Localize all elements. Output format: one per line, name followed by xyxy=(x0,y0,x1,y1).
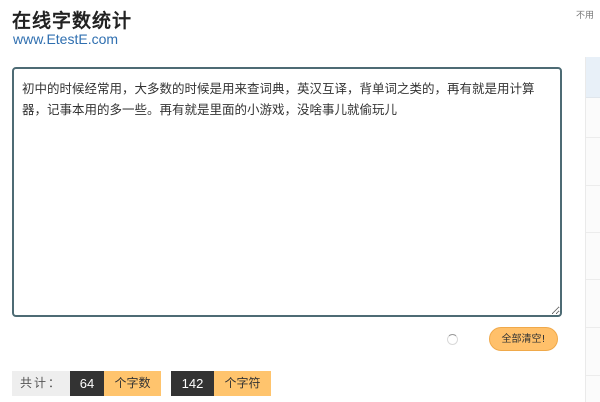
top-right-note: 不用 xyxy=(576,11,595,21)
word-count-value: 64 xyxy=(70,371,104,396)
right-sidebar-header xyxy=(586,57,600,98)
right-sidebar-divider xyxy=(586,232,600,233)
right-sidebar-divider xyxy=(586,279,600,280)
text-input[interactable]: 初中的时候经常用，大多数的时候是用来查词典，英汉互译，背单词之类的，再有就是用计… xyxy=(14,69,560,315)
text-input-container: 初中的时候经常用，大多数的时候是用来查词典，英汉互译，背单词之类的，再有就是用计… xyxy=(12,67,562,317)
total-label: 共计： xyxy=(12,371,70,396)
char-count-unit: 个字符 xyxy=(214,371,271,396)
site-url[interactable]: www.EtestE.com xyxy=(13,31,118,47)
page-title: 在线字数统计 xyxy=(12,10,133,32)
right-sidebar-divider xyxy=(586,185,600,186)
clear-all-button[interactable]: 全部清空! xyxy=(489,327,558,351)
count-stats: 共计： 64 个字数 142 个字符 xyxy=(12,371,271,396)
right-sidebar xyxy=(585,57,600,402)
right-sidebar-divider xyxy=(586,137,600,138)
word-count-unit: 个字数 xyxy=(104,371,161,396)
right-sidebar-divider xyxy=(586,327,600,328)
right-sidebar-divider xyxy=(586,375,600,376)
loading-spinner-icon xyxy=(447,334,458,345)
char-count-value: 142 xyxy=(171,371,214,396)
